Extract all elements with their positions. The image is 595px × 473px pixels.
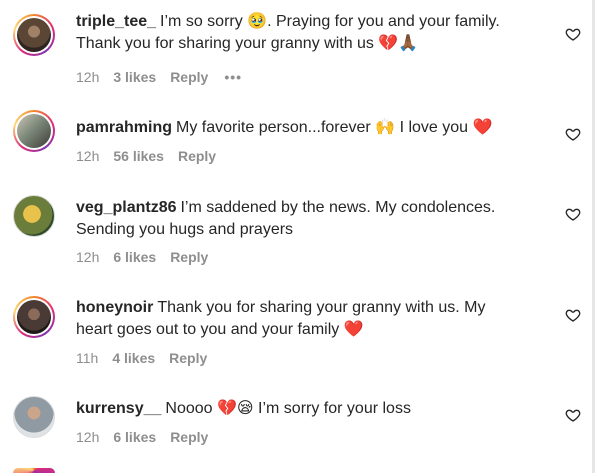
avatar-image	[17, 18, 51, 52]
comment-line-1: veg_plantz86 I’m saddened by the news. My…	[76, 197, 546, 219]
comment-line-1: kurrensy__ Noooo 💔😪 I’m sorry for your lo…	[76, 398, 546, 420]
heart-outline-icon[interactable]	[565, 407, 581, 423]
comment-item: pamrahming My favorite person...forever 🙌…	[0, 100, 595, 185]
comment-meta: 12h 6 likes Reply	[76, 249, 224, 265]
avatar-image	[17, 114, 51, 148]
reply-button[interactable]: Reply	[169, 350, 207, 366]
heart-outline-icon[interactable]	[565, 126, 581, 142]
comment-text: Thank you for sharing your granny with u…	[157, 299, 486, 316]
comment-item: honeynoir Thank you for sharing your gran…	[0, 285, 595, 385]
reply-button[interactable]: Reply	[170, 69, 208, 85]
reply-button[interactable]: Reply	[170, 429, 208, 445]
avatar[interactable]	[13, 195, 55, 237]
comment-meta: 12h 6 likes Reply	[76, 429, 224, 445]
comment-time[interactable]: 12h	[76, 148, 99, 164]
avatar-image	[13, 195, 55, 237]
avatar[interactable]	[13, 110, 55, 152]
heart-outline-icon[interactable]	[565, 26, 581, 42]
comment-line-1: pamrahming My favorite person...forever 🙌…	[76, 117, 546, 139]
comment-meta: 11h 4 likes Reply	[76, 350, 223, 366]
comment-likes[interactable]: 6 likes	[113, 249, 156, 265]
comment-line-1: triple_tee_ I’m so sorry 🥹. Praying for y…	[76, 11, 546, 33]
reply-button[interactable]: Reply	[170, 249, 208, 265]
comment-username[interactable]: pamrahming	[76, 119, 172, 136]
comment-text-line-2: Thank you for sharing your granny with u…	[76, 35, 419, 52]
avatar[interactable]	[13, 468, 55, 473]
comment-item: veg_plantz86 I’m saddened by the news. My…	[0, 185, 595, 285]
heart-outline-icon[interactable]	[565, 206, 581, 222]
avatar[interactable]	[13, 296, 55, 338]
comment-time[interactable]: 12h	[76, 249, 99, 265]
avatar[interactable]	[13, 396, 55, 438]
comment-text-line-2: Sending you hugs and prayers	[76, 221, 294, 238]
comment-time[interactable]: 11h	[76, 350, 98, 366]
comment-text: Noooo 💔😪 I’m sorry for your loss	[165, 400, 411, 417]
reply-button[interactable]: Reply	[178, 148, 216, 164]
comment-line-1: honeynoir Thank you for sharing your gran…	[76, 297, 546, 319]
comment-text-line-2: heart goes out to you and your family ❤️	[76, 321, 364, 338]
comment-likes[interactable]: 4 likes	[112, 350, 155, 366]
comment-item: kurrensy__ Noooo 💔😪 I’m sorry for your lo…	[0, 385, 595, 473]
comment-likes[interactable]: 56 likes	[113, 148, 164, 164]
comment-meta: 12h 56 likes Reply	[76, 148, 232, 164]
avatar-image	[17, 300, 51, 334]
comment-text: I’m so sorry 🥹. Praying for you and your…	[160, 13, 500, 30]
comment-text: I’m saddened by the news. My condolences…	[180, 199, 496, 216]
avatar-image	[13, 396, 55, 438]
comment-meta: 12h 3 likes Reply •••	[76, 69, 242, 85]
comment-time[interactable]: 12h	[76, 429, 99, 445]
comment-username[interactable]: honeynoir	[76, 299, 153, 316]
avatar[interactable]	[13, 14, 55, 56]
more-options-icon[interactable]: •••	[224, 69, 242, 85]
comment-username[interactable]: veg_plantz86	[76, 199, 176, 216]
comment-text: My favorite person...forever 🙌 I love yo…	[176, 119, 493, 136]
comment-time[interactable]: 12h	[76, 69, 99, 85]
comment-username[interactable]: triple_tee_	[76, 13, 156, 30]
comment-item: triple_tee_ I’m so sorry 🥹. Praying for y…	[0, 0, 595, 100]
comment-username[interactable]: kurrensy__	[76, 400, 161, 417]
heart-outline-icon[interactable]	[565, 307, 581, 323]
comment-likes[interactable]: 6 likes	[113, 429, 156, 445]
comment-likes[interactable]: 3 likes	[113, 69, 156, 85]
